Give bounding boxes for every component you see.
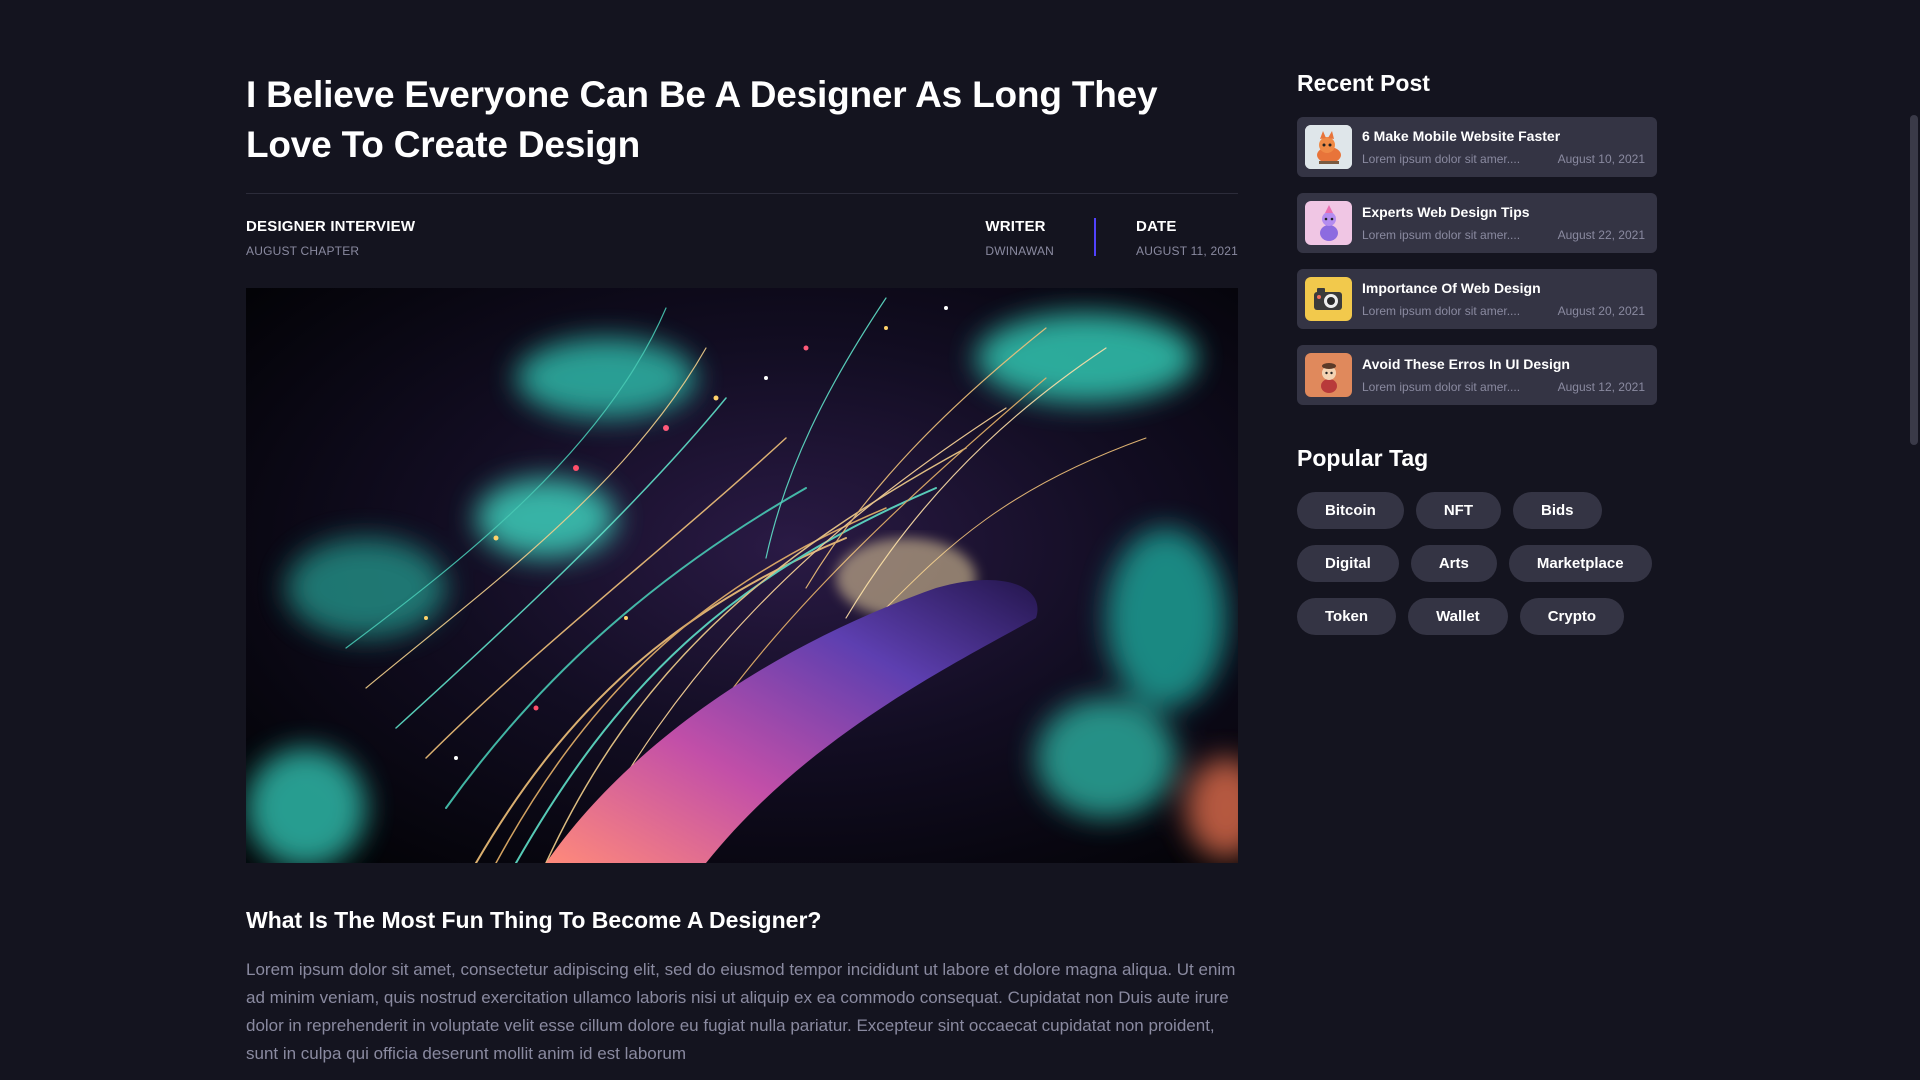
post-meta: Lorem ipsum dolor sit amer.... August 20… [1362, 304, 1645, 318]
post-meta: Lorem ipsum dolor sit amer.... August 10… [1362, 152, 1645, 166]
post-info: 6 Make Mobile Website Faster Lorem ipsum… [1362, 128, 1645, 166]
post-info: Importance Of Web Design Lorem ipsum dol… [1362, 280, 1645, 318]
meta-right: WRITER DWINAWAN DATE AUGUST 11, 2021 [985, 218, 1238, 266]
writer-block: WRITER DWINAWAN [985, 218, 1054, 258]
blog-details-page: I Believe Everyone Can Be A Designer As … [0, 0, 1920, 1080]
tag-row: Digital Arts Marketplace [1297, 545, 1657, 582]
category-block: DESIGNER INTERVIEW AUGUST CHAPTER [246, 218, 415, 266]
fox-3d-thumb [1305, 125, 1352, 169]
recent-post-list: 6 Make Mobile Website Faster Lorem ipsum… [1297, 117, 1657, 405]
recent-post-card[interactable]: Avoid These Erros In UI Design Lorem ips… [1297, 345, 1657, 405]
tag-cloud: Bitcoin NFT Bids Digital Arts Marketplac… [1297, 492, 1657, 635]
post-title[interactable]: Experts Web Design Tips [1362, 204, 1645, 220]
recent-post-card[interactable]: 6 Make Mobile Website Faster Lorem ipsum… [1297, 117, 1657, 177]
article-meta: DESIGNER INTERVIEW AUGUST CHAPTER WRITER… [246, 218, 1238, 266]
post-excerpt: Lorem ipsum dolor sit amer.... [1362, 152, 1521, 166]
tag-token[interactable]: Token [1297, 598, 1397, 635]
tag-wallet[interactable]: Wallet [1408, 598, 1508, 635]
post-date: August 20, 2021 [1557, 304, 1645, 318]
tag-marketplace[interactable]: Marketplace [1508, 545, 1652, 582]
tag-nft[interactable]: NFT [1415, 492, 1502, 529]
article-title: I Believe Everyone Can Be A Designer As … [246, 74, 1158, 165]
popular-tag-heading: Popular Tag [1297, 445, 1429, 471]
post-date: August 22, 2021 [1557, 228, 1645, 242]
date-label: DATE [1136, 218, 1177, 235]
tag-digital[interactable]: Digital [1297, 545, 1399, 582]
post-excerpt: Lorem ipsum dolor sit amer.... [1362, 380, 1521, 394]
date-block: DATE AUGUST 11, 2021 [1136, 218, 1238, 258]
post-date: August 10, 2021 [1557, 152, 1645, 166]
post-date: August 12, 2021 [1557, 380, 1645, 394]
post-meta: Lorem ipsum dolor sit amer.... August 22… [1362, 228, 1645, 242]
article: I Believe Everyone Can Be A Designer As … [246, 70, 1238, 1068]
title-divider [246, 193, 1238, 194]
post-excerpt: Lorem ipsum dolor sit amer.... [1362, 228, 1521, 242]
sidebar: Recent Post 6 Make Mobile Website Faster… [1297, 70, 1657, 635]
recent-post-card[interactable]: Importance Of Web Design Lorem ipsum dol… [1297, 269, 1657, 329]
tag-row: Token Wallet Crypto [1297, 598, 1657, 635]
tag-arts[interactable]: Arts [1410, 545, 1497, 582]
meta-separator [1094, 218, 1097, 256]
post-excerpt: Lorem ipsum dolor sit amer.... [1362, 304, 1521, 318]
neon-feather-artwork [246, 288, 1238, 863]
tag-crypto[interactable]: Crypto [1519, 598, 1625, 635]
camera-yellow-thumb [1305, 277, 1352, 321]
writer-label: WRITER [985, 218, 1046, 235]
article-body: Lorem ipsum dolor sit amet, consectetur … [246, 960, 1236, 1063]
recent-post-card[interactable]: Experts Web Design Tips Lorem ipsum dolo… [1297, 193, 1657, 253]
character-pink-thumb [1305, 201, 1352, 245]
date-value: AUGUST 11, 2021 [1136, 244, 1238, 258]
hero-image [246, 288, 1238, 863]
tag-row: Bitcoin NFT Bids [1297, 492, 1657, 529]
page-scrollbar[interactable] [1906, 0, 1920, 1080]
post-title[interactable]: 6 Make Mobile Website Faster [1362, 128, 1645, 144]
post-info: Experts Web Design Tips Lorem ipsum dolo… [1362, 204, 1645, 242]
writer-name[interactable]: DWINAWAN [985, 244, 1054, 258]
figure-orange-thumb [1305, 353, 1352, 397]
category-label[interactable]: DESIGNER INTERVIEW [246, 218, 415, 235]
tag-bids[interactable]: Bids [1513, 492, 1602, 529]
post-title[interactable]: Importance Of Web Design [1362, 280, 1645, 296]
scrollbar-thumb[interactable] [1910, 115, 1918, 445]
post-title[interactable]: Avoid These Erros In UI Design [1362, 356, 1645, 372]
recent-post-heading: Recent Post [1297, 70, 1430, 96]
category-sub: AUGUST CHAPTER [246, 244, 360, 258]
post-info: Avoid These Erros In UI Design Lorem ips… [1362, 356, 1645, 394]
tag-bitcoin[interactable]: Bitcoin [1297, 492, 1404, 529]
post-meta: Lorem ipsum dolor sit amer.... August 12… [1362, 380, 1645, 394]
article-subheading: What Is The Most Fun Thing To Become A D… [246, 907, 822, 933]
